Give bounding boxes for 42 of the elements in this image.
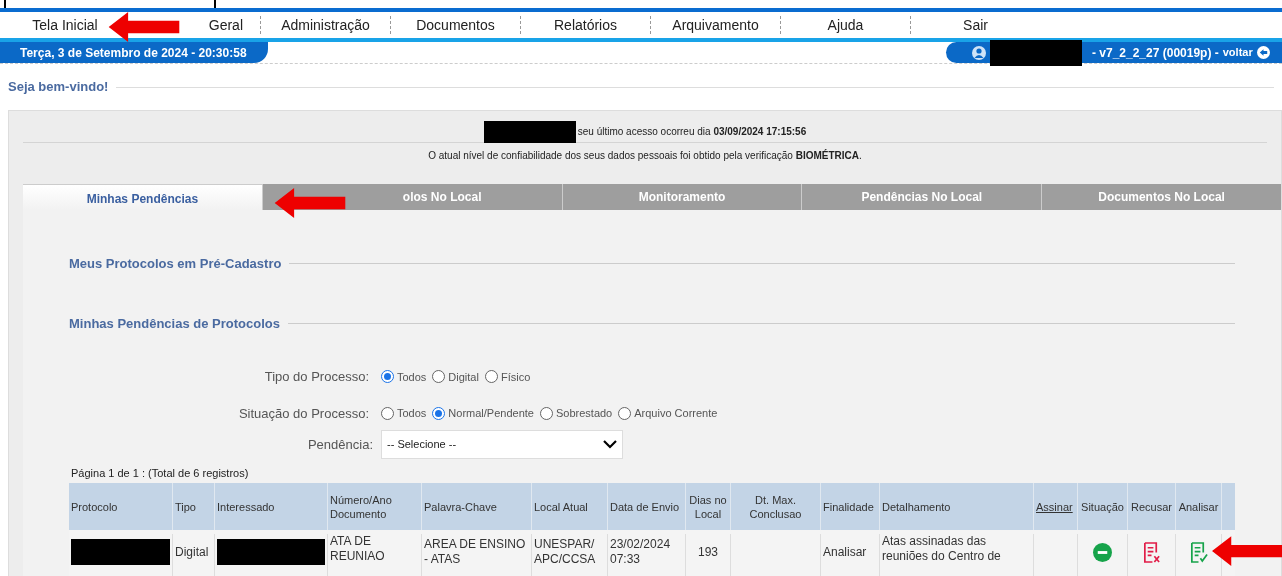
menu-item[interactable]: Administração bbox=[281, 14, 370, 36]
radio-option[interactable]: Todos bbox=[381, 405, 427, 422]
table-cell-text: 23/02/2024 07:33 bbox=[610, 537, 672, 567]
radio-option[interactable]: Todos bbox=[381, 368, 427, 385]
table-cell-text: AREA DE ENSINO - ATAS bbox=[424, 537, 527, 567]
user-icon bbox=[972, 45, 986, 60]
last-access-text: seu último acesso ocorreu dia 03/09/2024 17:15:56 bbox=[577, 125, 807, 139]
tab[interactable]: Minhas Pendências bbox=[23, 184, 262, 210]
radio-option[interactable]: Físico bbox=[484, 368, 531, 385]
filter-label: Pendência: bbox=[306, 435, 374, 454]
table-cell-text: ATA DE REUNIAO bbox=[330, 534, 386, 564]
chevron-down-icon bbox=[603, 440, 617, 449]
welcome-title: Seja bem-vindo! bbox=[8, 78, 109, 97]
table-cell-text: Atas assinadas das reuniões do Centro de bbox=[882, 534, 1002, 564]
radio-option[interactable]: Normal/Pendente bbox=[432, 405, 534, 422]
menu-item[interactable]: Arquivamento bbox=[672, 14, 759, 36]
section-title: Meus Protocolos em Pré-Cadastro bbox=[69, 255, 282, 273]
radio-option[interactable]: Sobrestado bbox=[539, 405, 613, 422]
table-cell-text: UNESPAR/ APC/CCSA bbox=[534, 537, 597, 567]
menu-item[interactable]: Relatórios bbox=[554, 14, 617, 36]
version-text: - v7_2_2_27 (00019p) - bbox=[1092, 44, 1219, 62]
radio-option[interactable]: Arquivo Corrente bbox=[618, 405, 718, 422]
menu-item[interactable]: Documentos bbox=[416, 14, 495, 36]
radio-option[interactable]: Digital bbox=[432, 368, 479, 385]
pagination-text: Página 1 de 1 : (Total de 6 registros) bbox=[71, 465, 250, 481]
reliability-text: O atual nível de confiabilidade dos seus dados pessoais foi obtido pela verificação BIOMÉTRICA. bbox=[428, 148, 862, 163]
table-cell: Digital bbox=[175, 544, 209, 560]
minus-circle-icon[interactable] bbox=[1093, 542, 1112, 562]
document-check-icon[interactable] bbox=[1189, 541, 1208, 563]
filter-label: Tipo do Processo: bbox=[263, 368, 370, 386]
pendency-select[interactable]: -- Selecione -- bbox=[381, 430, 623, 459]
table-cell: 193 bbox=[698, 544, 718, 560]
document-x-icon[interactable] bbox=[1142, 541, 1161, 563]
menu-item[interactable]: Ajuda bbox=[827, 14, 864, 36]
back-link[interactable]: voltar bbox=[1222, 44, 1253, 61]
menu-item[interactable]: Geral bbox=[208, 14, 243, 36]
menu-item[interactable]: Sair bbox=[963, 14, 988, 36]
table-cell: Analisar bbox=[823, 544, 867, 560]
filter-label: Situação do Processo: bbox=[237, 404, 370, 423]
back-arrow-icon[interactable] bbox=[1256, 46, 1270, 59]
section-title: Minhas Pendências de Protocolos bbox=[69, 314, 280, 333]
menu-item[interactable]: Tela Inicial bbox=[32, 14, 98, 36]
